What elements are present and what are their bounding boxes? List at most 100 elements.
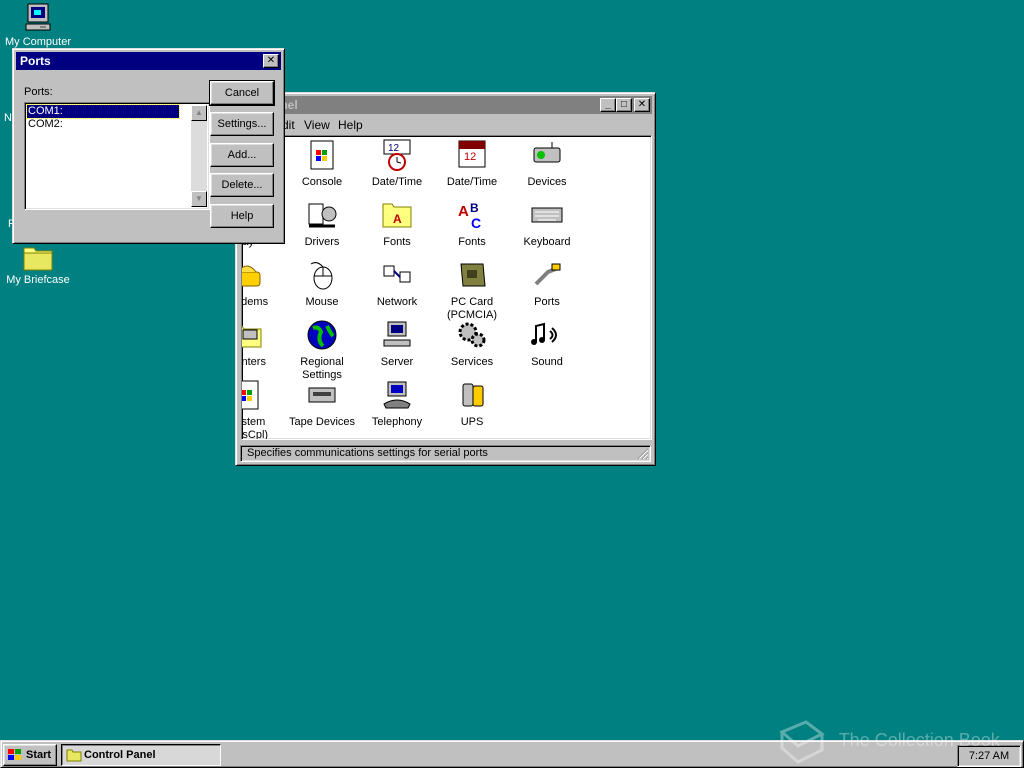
tape-icon [308, 387, 336, 403]
add-button-label: Add... [227, 149, 257, 161]
ports-dialog-titlebar[interactable]: Ports ✕ [16, 52, 281, 70]
menu-view[interactable]: View [304, 118, 330, 132]
fonts-folder-icon: A [382, 203, 412, 228]
menu-help[interactable]: Help [338, 118, 363, 132]
cp-item-system-syscpl[interactable]: System (SysCpl) [241, 378, 287, 440]
cp-item-server[interactable]: Server [357, 318, 437, 369]
cp-item-drivers[interactable]: Drivers [282, 198, 362, 249]
svg-text:A: A [458, 203, 469, 220]
resize-grip-icon[interactable] [637, 448, 649, 460]
desktop-icon-label: My Computer [4, 36, 72, 48]
taskbar-button-control-panel[interactable]: Control Panel [61, 744, 221, 766]
settings-button[interactable]: Settings... [210, 112, 274, 136]
svg-text:C: C [471, 215, 481, 231]
scroll-up-arrow-icon[interactable]: ▲ [191, 105, 207, 121]
cp-item-tape-devices[interactable]: Tape Devices [282, 378, 362, 429]
settings-button-label: Settings... [217, 118, 267, 130]
svg-text:12: 12 [464, 151, 476, 163]
cp-item-ups[interactable]: UPS [432, 378, 512, 429]
cp-item-sound[interactable]: Sound [507, 318, 587, 369]
cancel-button[interactable]: Cancel [209, 80, 275, 106]
close-button[interactable]: ✕ [634, 98, 650, 112]
cp-item-label: Console [301, 176, 343, 188]
cancel-button-label: Cancel [224, 87, 260, 99]
keyboard-icon [531, 207, 563, 223]
fonts-abc-icon: A BC [458, 201, 481, 231]
menu-bar: dit View Help [240, 115, 651, 134]
cp-item-fonts[interactable]: A B C Fonts [432, 198, 512, 249]
list-item-com1[interactable]: COM1: [26, 104, 180, 119]
network-icon [383, 265, 411, 283]
ups-icon [462, 383, 484, 407]
cp-item-telephony[interactable]: Telephony [357, 378, 437, 429]
control-panel-icon [66, 749, 82, 762]
desktop-icon-my-computer[interactable]: My Computer [0, 2, 76, 48]
cp-item-label: Date/Time [446, 176, 498, 188]
book-icon [779, 720, 825, 764]
help-button[interactable]: Help [210, 204, 274, 228]
cp-item-label: System (SysCpl) [241, 416, 269, 440]
close-button[interactable]: ✕ [263, 54, 279, 68]
status-text: Specifies communications settings for se… [247, 447, 488, 459]
desktop-icon-my-briefcase[interactable]: My Briefcase [0, 244, 76, 286]
cp-item-regional-settings[interactable]: Regional Settings [282, 318, 362, 382]
server-icon [383, 321, 411, 347]
cp-item-label: Keyboard [523, 236, 571, 248]
cp-item-mouse[interactable]: Mouse [282, 258, 362, 309]
system-icon [242, 380, 259, 410]
devices-icon [533, 142, 561, 163]
taskbar-button-label: Control Panel [84, 749, 156, 761]
mouse-icon [310, 262, 333, 290]
svg-text:12: 12 [388, 143, 400, 154]
ports-listbox[interactable]: COM1: COM2: ▲ ▼ [24, 102, 210, 210]
cp-item-keyboard[interactable]: Keyboard [507, 198, 587, 249]
cp-item-label: Services [450, 356, 494, 368]
cp-item-network[interactable]: Network [357, 258, 437, 309]
ports-dialog: Ports ✕ Ports: COM1: COM2: ▲ ▼ Cancel Se… [12, 48, 285, 244]
desktop-icon-label: My Briefcase [6, 274, 70, 286]
cp-item-ports[interactable]: Ports [507, 258, 587, 309]
console-icon [310, 140, 334, 170]
start-button[interactable]: Start [3, 744, 57, 766]
maximize-button[interactable]: □ [616, 98, 632, 112]
minimize-button[interactable]: _ [600, 98, 616, 112]
cp-item-console[interactable]: Console [282, 138, 362, 189]
control-panel-items: move amsConsole12Date/Time12Date/TimeDev… [241, 135, 652, 440]
cp-item-label: Sound [531, 356, 563, 368]
briefcase-icon [23, 247, 53, 271]
ports-scrollbar[interactable]: ▲ ▼ [191, 105, 207, 207]
scroll-down-arrow-icon[interactable]: ▼ [191, 191, 207, 207]
cp-item-label: Printers [241, 356, 266, 368]
control-panel-titlebar[interactable]: trol Panel _ □ ✕ [239, 96, 652, 114]
cp-item-label: Modems [241, 296, 269, 308]
cp-item-devices[interactable]: Devices [507, 138, 587, 189]
cp-item-label: Server [380, 356, 414, 368]
cp-item-fonts[interactable]: A Fonts [357, 198, 437, 249]
add-button[interactable]: Add... [210, 143, 274, 167]
ports-icon [534, 263, 561, 286]
services-icon [458, 322, 486, 348]
start-label: Start [26, 749, 52, 761]
control-panel-window: trol Panel _ □ ✕ dit View Help move amsC… [235, 92, 656, 466]
cp-item-pc-card-pcmcia[interactable]: PC Card (PCMCIA) [432, 258, 512, 322]
cp-item-date-time[interactable]: 12 Date/Time [357, 138, 437, 189]
list-item-com2[interactable]: COM2: [27, 118, 63, 131]
cp-item-date-time[interactable]: 12 Date/Time [432, 138, 512, 189]
dialog-title: Ports [20, 54, 51, 68]
cp-item-printers[interactable]: Printers [241, 318, 287, 369]
watermark-text: The Collection Book [838, 729, 1000, 750]
svg-text:B: B [470, 201, 479, 215]
globe-icon [307, 320, 337, 350]
cp-item-services[interactable]: Services [432, 318, 512, 369]
delete-button[interactable]: Delete... [210, 173, 274, 197]
cp-item-label: Mouse [305, 296, 339, 308]
delete-button-label: Delete... [221, 179, 263, 191]
pc-card-icon [460, 263, 486, 287]
cp-item-label: Date/Time [371, 176, 423, 188]
sound-icon [531, 322, 557, 345]
cp-item-label: Fonts [458, 236, 486, 248]
status-bar: Specifies communications settings for se… [240, 445, 651, 462]
help-button-label: Help [230, 210, 254, 222]
cp-item-modems[interactable]: Modems [241, 258, 287, 309]
cp-item-label: Tape Devices [288, 416, 356, 428]
